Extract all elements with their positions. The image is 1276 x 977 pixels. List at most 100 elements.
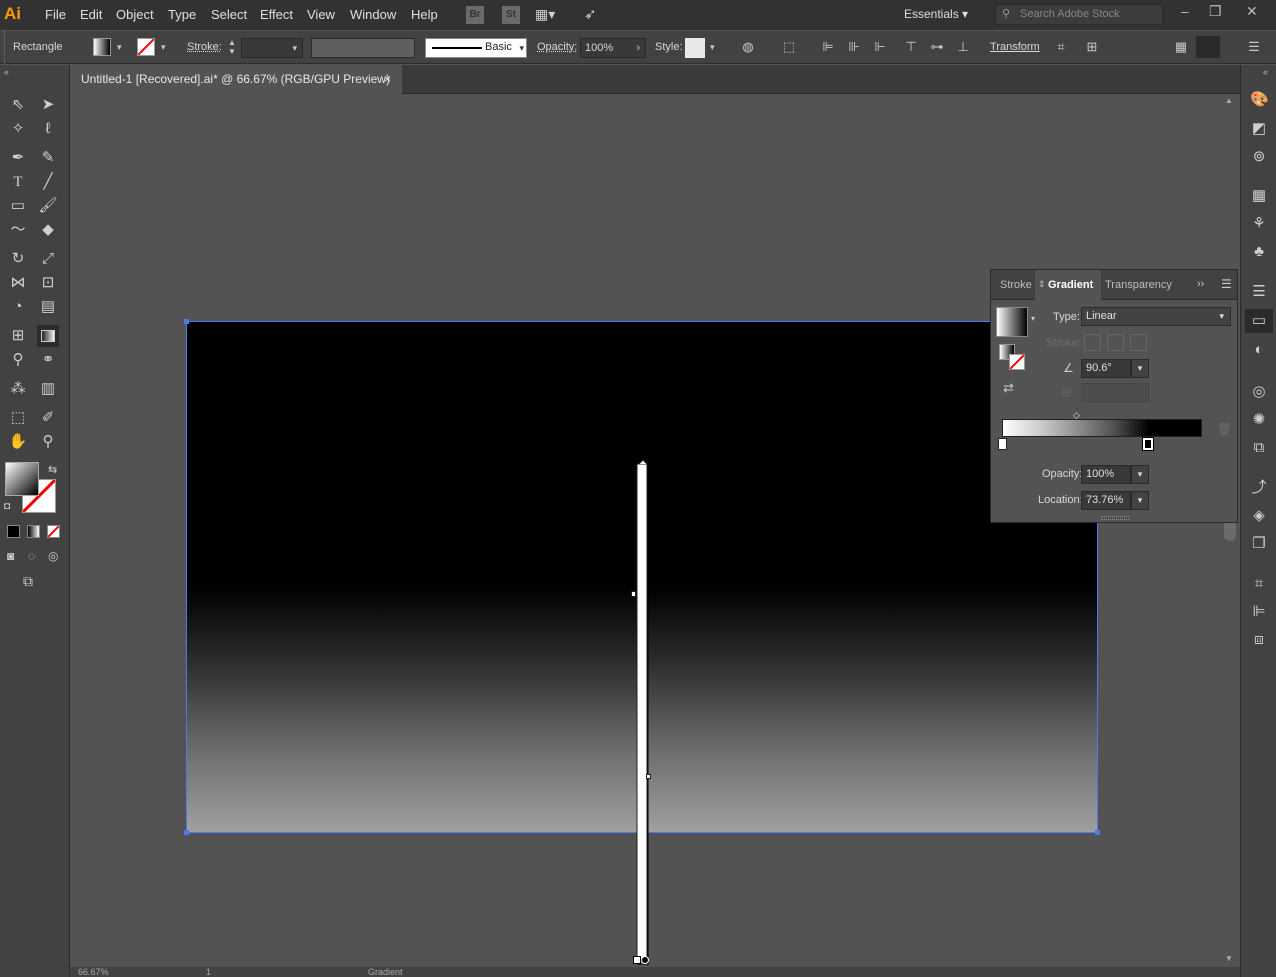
- opacity-label[interactable]: Opacity:: [537, 41, 577, 53]
- mesh-tool-icon[interactable]: ⊞: [7, 325, 29, 347]
- align-to-icon[interactable]: ⬚: [781, 40, 797, 54]
- recolor-artwork-icon[interactable]: ◍: [740, 40, 756, 54]
- gradient-annotator[interactable]: [635, 460, 651, 965]
- pen-tool-icon[interactable]: ✒: [7, 147, 29, 169]
- graphic-style-swatch[interactable]: [685, 38, 705, 58]
- default-fill-stroke-icon[interactable]: ◘: [4, 501, 10, 512]
- zoom-level[interactable]: 66.67%: [78, 967, 109, 977]
- rotate-tool-icon[interactable]: ↻: [7, 248, 29, 270]
- brushes-icon[interactable]: ⚘: [1250, 215, 1268, 233]
- gradient-preview-swatch[interactable]: [996, 307, 1028, 337]
- tab-stroke[interactable]: Stroke: [1000, 279, 1032, 291]
- align-middle-icon[interactable]: ⊶: [929, 40, 945, 54]
- stroke-weight-stepper[interactable]: ▲ ▼: [228, 38, 236, 56]
- perspective-grid-tool-icon[interactable]: ▤: [37, 296, 59, 318]
- menu-help[interactable]: Help: [411, 7, 438, 22]
- workspace-switcher[interactable]: Essentials ▾: [904, 7, 968, 21]
- control-menu-icon[interactable]: ☰: [1246, 40, 1262, 54]
- stock-icon[interactable]: St: [502, 6, 520, 24]
- blend-tool-icon[interactable]: ⚭: [37, 349, 59, 371]
- arrange-icon[interactable]: ▦: [1173, 40, 1189, 54]
- angle-input[interactable]: 90.6°: [1081, 359, 1131, 378]
- menu-type[interactable]: Type: [168, 7, 196, 22]
- swatches-icon[interactable]: ▦: [1250, 187, 1268, 205]
- menu-edit[interactable]: Edit: [80, 7, 102, 22]
- graphic-styles-icon[interactable]: ✺: [1250, 411, 1268, 429]
- line-tool-icon[interactable]: ╱: [37, 171, 59, 193]
- free-transform-tool-icon[interactable]: ⊡: [37, 272, 59, 294]
- opacity-dropdown-icon[interactable]: ▾: [1131, 465, 1149, 484]
- appearance-icon[interactable]: ◎: [1250, 383, 1268, 401]
- width-tool-icon[interactable]: ⋈: [7, 272, 29, 294]
- shape-builder-tool-icon[interactable]: ◔: [7, 296, 29, 318]
- column-graph-tool-icon[interactable]: ▥: [37, 378, 59, 400]
- align-center-icon[interactable]: ⊪: [846, 40, 862, 54]
- shaper-tool-icon[interactable]: 〜: [7, 219, 29, 241]
- align-right-icon[interactable]: ⊩: [872, 40, 888, 54]
- menu-file[interactable]: File: [45, 7, 66, 22]
- transparency-panel-icon[interactable]: ◐: [1250, 341, 1268, 359]
- paintbrush-tool-icon[interactable]: 🖌: [37, 195, 59, 217]
- stroke-panel-icon[interactable]: ☰: [1250, 283, 1268, 301]
- cc-libraries-icon[interactable]: ⊚: [1250, 148, 1268, 166]
- fill-color-front[interactable]: [5, 462, 39, 496]
- align-left-icon[interactable]: ⊫: [820, 40, 836, 54]
- screen-mode-icon[interactable]: ⧉: [23, 573, 33, 590]
- rectangle-tool-icon[interactable]: ▭: [7, 195, 29, 217]
- swap-fill-stroke-icon[interactable]: ⇆: [48, 463, 57, 476]
- stroke-dropdown-icon[interactable]: ▾: [161, 42, 166, 53]
- zoom-tool-icon[interactable]: ⚲: [37, 431, 59, 453]
- align-top-icon[interactable]: ⊤: [903, 40, 919, 54]
- document-tab[interactable]: Untitled-1 [Recovered].ai* @ 66.67% (RGB…: [70, 65, 402, 94]
- menu-object[interactable]: Object: [116, 7, 154, 22]
- artboard-tool-icon[interactable]: ⬚: [7, 407, 29, 429]
- panel-menu-icon[interactable]: ☰: [1221, 277, 1232, 291]
- eraser-tool-icon[interactable]: ◆: [37, 219, 59, 241]
- color-guide-icon[interactable]: ◩: [1250, 120, 1268, 138]
- gradient-stop-white[interactable]: [998, 438, 1007, 450]
- type-tool-icon[interactable]: T: [7, 171, 29, 193]
- pathfinder-icon[interactable]: ⧈: [1250, 631, 1268, 649]
- anchor-point-bottom-right[interactable]: [1095, 830, 1100, 835]
- color-mode-icon[interactable]: [7, 525, 20, 538]
- align-panel-icon[interactable]: ⊫: [1250, 603, 1268, 621]
- fill-swatch[interactable]: [93, 38, 111, 56]
- gpu-performance-icon[interactable]: ➶: [584, 5, 597, 23]
- restore-icon[interactable]: ❐: [1209, 3, 1222, 20]
- angle-dropdown-icon[interactable]: ▾: [1131, 359, 1149, 378]
- align-bottom-icon[interactable]: ⊥: [955, 40, 971, 54]
- panel-resize-grip[interactable]: [1101, 516, 1129, 520]
- color-panel-icon[interactable]: 🎨: [1250, 91, 1269, 109]
- close-tab-icon[interactable]: ×: [384, 72, 391, 86]
- brush-definition[interactable]: Basic ▾: [425, 38, 527, 58]
- draw-behind-icon[interactable]: ◌: [28, 549, 35, 563]
- collapse-panel-icon[interactable]: ››: [1197, 278, 1204, 290]
- bridge-icon[interactable]: Br: [466, 6, 484, 24]
- isolate-icon[interactable]: ⌗: [1053, 40, 1069, 54]
- eyedropper-tool-icon[interactable]: ⚲: [7, 349, 29, 371]
- gradient-tool-icon[interactable]: [37, 325, 59, 347]
- gradient-slider[interactable]: [1002, 419, 1202, 437]
- gradient-panel-icon[interactable]: ▭: [1245, 309, 1273, 333]
- arrange-documents-icon[interactable]: ▦▾: [535, 6, 555, 23]
- gradient-midpoint-handle[interactable]: [631, 591, 636, 597]
- anchor-point-bottom-left[interactable]: [184, 830, 189, 835]
- control-bar-grip[interactable]: [4, 31, 7, 64]
- vertical-scrollbar[interactable]: ▲ ▼: [1222, 94, 1238, 967]
- artboards-icon[interactable]: ❐: [1250, 535, 1268, 553]
- scale-tool-icon[interactable]: ⤢: [37, 248, 59, 270]
- stroke-weight-input[interactable]: ▾: [241, 38, 303, 58]
- symbol-sprayer-tool-icon[interactable]: ⁂: [7, 378, 29, 400]
- panel-stroke-box[interactable]: [1009, 354, 1025, 370]
- properties-toggle[interactable]: [1196, 36, 1220, 58]
- symbols-icon[interactable]: ♣: [1250, 243, 1268, 261]
- style-dropdown-icon[interactable]: ▾: [710, 42, 715, 53]
- gradient-mode-icon[interactable]: [27, 525, 40, 538]
- scroll-up-icon[interactable]: ▲: [1225, 96, 1233, 105]
- transform-panel-icon[interactable]: ⌗: [1250, 575, 1268, 593]
- stock-search-input[interactable]: ⚲ Search Adobe Stock: [995, 4, 1163, 25]
- minimize-icon[interactable]: –: [1181, 3, 1189, 19]
- export-icon[interactable]: ⤴: [1250, 479, 1268, 497]
- artboard-number[interactable]: 1: [206, 967, 211, 977]
- gradient-stop-black-selected[interactable]: [1142, 437, 1154, 451]
